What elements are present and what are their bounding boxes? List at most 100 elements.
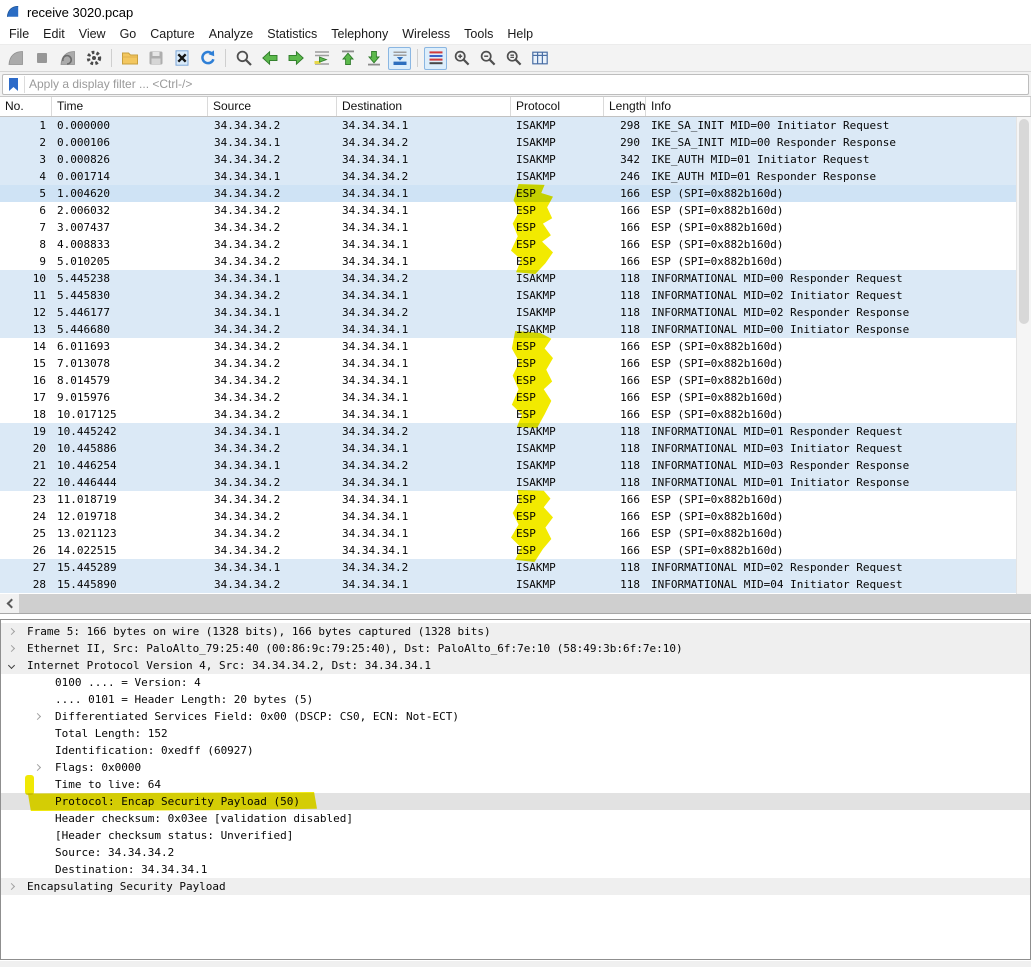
packet-row-12[interactable]: 125.44617734.34.34.134.34.34.2ISAKMP118I… <box>0 304 1031 321</box>
cell-no: 21 <box>0 457 52 474</box>
packet-row-6[interactable]: 62.00603234.34.34.234.34.34.1ESP166ESP (… <box>0 202 1031 219</box>
detail-line-text: .... 0101 = Header Length: 20 bytes (5) <box>55 691 313 708</box>
menu-item-telephony[interactable]: Telephony <box>324 25 395 43</box>
menu-item-view[interactable]: View <box>72 25 113 43</box>
detail-line[interactable]: Total Length: 152 <box>1 725 1030 742</box>
detail-line[interactable]: Header checksum: 0x03ee [validation disa… <box>1 810 1030 827</box>
find-packet-icon[interactable] <box>232 47 255 70</box>
cell-destination: 34.34.34.1 <box>337 287 511 304</box>
bookmark-icon[interactable] <box>7 77 20 92</box>
packet-row-11[interactable]: 115.44583034.34.34.234.34.34.1ISAKMP118I… <box>0 287 1031 304</box>
column-header-destination[interactable]: Destination <box>337 97 511 116</box>
expand-arrow-icon[interactable] <box>34 712 41 719</box>
cell-length: 166 <box>604 219 646 236</box>
column-header-time[interactable]: Time <box>52 97 208 116</box>
collapse-arrow-icon[interactable] <box>8 661 15 668</box>
toolbar-separator <box>225 49 226 67</box>
packet-row-21[interactable]: 2110.44625434.34.34.134.34.34.2ISAKMP118… <box>0 457 1031 474</box>
packet-row-10[interactable]: 105.44523834.34.34.134.34.34.2ISAKMP118I… <box>0 270 1031 287</box>
cell-length: 118 <box>604 287 646 304</box>
cell-destination: 34.34.34.1 <box>337 355 511 372</box>
cell-length: 118 <box>604 423 646 440</box>
go-first-icon[interactable] <box>336 47 359 70</box>
column-header-source[interactable]: Source <box>208 97 337 116</box>
cell-length: 166 <box>604 338 646 355</box>
detail-line[interactable]: Encapsulating Security Payload <box>1 878 1030 895</box>
column-header-protocol[interactable]: Protocol <box>511 97 604 116</box>
detail-line[interactable]: Internet Protocol Version 4, Src: 34.34.… <box>1 657 1030 674</box>
menu-item-go[interactable]: Go <box>113 25 144 43</box>
column-header-info[interactable]: Info <box>646 97 1031 116</box>
menu-item-wireless[interactable]: Wireless <box>395 25 457 43</box>
display-filter-box[interactable] <box>2 74 1029 95</box>
zoom-in-icon[interactable] <box>450 47 473 70</box>
close-file-icon[interactable] <box>170 47 193 70</box>
detail-line[interactable]: Destination: 34.34.34.1 <box>1 861 1030 878</box>
detail-line[interactable]: Identification: 0xedff (60927) <box>1 742 1030 759</box>
detail-line[interactable]: Frame 5: 166 bytes on wire (1328 bits), … <box>1 623 1030 640</box>
menu-item-statistics[interactable]: Statistics <box>260 25 324 43</box>
menu-item-tools[interactable]: Tools <box>457 25 500 43</box>
packet-row-19[interactable]: 1910.44524234.34.34.134.34.34.2ISAKMP118… <box>0 423 1031 440</box>
vertical-scrollbar-thumb[interactable] <box>1019 119 1029 324</box>
go-back-icon[interactable] <box>258 47 281 70</box>
zoom-out-icon[interactable] <box>476 47 499 70</box>
menu-item-file[interactable]: File <box>2 25 36 43</box>
expand-arrow-icon[interactable] <box>8 627 15 634</box>
packet-row-9[interactable]: 95.01020534.34.34.234.34.34.1ESP166ESP (… <box>0 253 1031 270</box>
open-file-icon[interactable] <box>118 47 141 70</box>
scroll-left-button[interactable] <box>0 594 19 613</box>
cell-time: 0.001714 <box>52 168 208 185</box>
cell-source: 34.34.34.2 <box>208 406 337 423</box>
menu-item-analyze[interactable]: Analyze <box>202 25 260 43</box>
detail-line[interactable]: Differentiated Services Field: 0x00 (DSC… <box>1 708 1030 725</box>
menu-item-capture[interactable]: Capture <box>143 25 201 43</box>
cell-no: 5 <box>0 185 52 202</box>
packet-row-22[interactable]: 2210.44644434.34.34.234.34.34.1ISAKMP118… <box>0 474 1031 491</box>
packet-row-4[interactable]: 40.00171434.34.34.134.34.34.2ISAKMP246IK… <box>0 168 1031 185</box>
capture-options-icon[interactable] <box>82 47 105 70</box>
auto-scroll-icon[interactable] <box>388 47 411 70</box>
detail-line[interactable]: [Header checksum status: Unverified] <box>1 827 1030 844</box>
packet-row-18[interactable]: 1810.01712534.34.34.234.34.34.1ESP166ESP… <box>0 406 1031 423</box>
menu-item-edit[interactable]: Edit <box>36 25 72 43</box>
packet-row-1[interactable]: 10.00000034.34.34.234.34.34.1ISAKMP298IK… <box>0 117 1031 134</box>
cell-source: 34.34.34.2 <box>208 372 337 389</box>
detail-line[interactable]: Time to live: 64 <box>1 776 1030 793</box>
column-header-no[interactable]: No. <box>0 97 52 116</box>
packet-row-20[interactable]: 2010.44588634.34.34.234.34.34.1ISAKMP118… <box>0 440 1031 457</box>
menu-item-help[interactable]: Help <box>500 25 540 43</box>
packet-row-23[interactable]: 2311.01871934.34.34.234.34.34.1ESP166ESP… <box>0 491 1031 508</box>
resize-columns-icon[interactable] <box>528 47 551 70</box>
detail-line[interactable]: 0100 .... = Version: 4 <box>1 674 1030 691</box>
zoom-reset-icon[interactable] <box>502 47 525 70</box>
detail-line[interactable]: Flags: 0x0000 <box>1 759 1030 776</box>
packet-row-15[interactable]: 157.01307834.34.34.234.34.34.1ESP166ESP … <box>0 355 1031 372</box>
expand-arrow-icon[interactable] <box>8 644 15 651</box>
colorize-packets-icon[interactable] <box>424 47 447 70</box>
display-filter-input[interactable] <box>29 77 1028 91</box>
expand-arrow-icon[interactable] <box>34 763 41 770</box>
cell-length: 166 <box>604 389 646 406</box>
packet-row-28[interactable]: 2815.44589034.34.34.234.34.34.1ISAKMP118… <box>0 576 1031 593</box>
detail-line[interactable]: Ethernet II, Src: PaloAlto_79:25:40 (00:… <box>1 640 1030 657</box>
detail-line[interactable]: Source: 34.34.34.2 <box>1 844 1030 861</box>
go-forward-icon[interactable] <box>284 47 307 70</box>
horizontal-scrollbar-thumb[interactable] <box>19 594 1031 613</box>
expand-arrow-icon[interactable] <box>8 882 15 889</box>
go-to-packet-icon[interactable] <box>310 47 333 70</box>
packet-row-27[interactable]: 2715.44528934.34.34.134.34.34.2ISAKMP118… <box>0 559 1031 576</box>
packet-row-26[interactable]: 2614.02251534.34.34.234.34.34.1ESP166ESP… <box>0 542 1031 559</box>
cell-length: 166 <box>604 406 646 423</box>
cell-destination: 34.34.34.1 <box>337 542 511 559</box>
packet-row-3[interactable]: 30.00082634.34.34.234.34.34.1ISAKMP342IK… <box>0 151 1031 168</box>
reload-file-icon[interactable] <box>196 47 219 70</box>
detail-line[interactable]: .... 0101 = Header Length: 20 bytes (5) <box>1 691 1030 708</box>
cell-info: ESP (SPI=0x882b160d) <box>646 202 1031 219</box>
go-last-icon[interactable] <box>362 47 385 70</box>
cell-no: 20 <box>0 440 52 457</box>
packet-row-2[interactable]: 20.00010634.34.34.134.34.34.2ISAKMP290IK… <box>0 134 1031 151</box>
cell-no: 7 <box>0 219 52 236</box>
cell-destination: 34.34.34.1 <box>337 474 511 491</box>
column-header-length[interactable]: Length <box>604 97 646 116</box>
